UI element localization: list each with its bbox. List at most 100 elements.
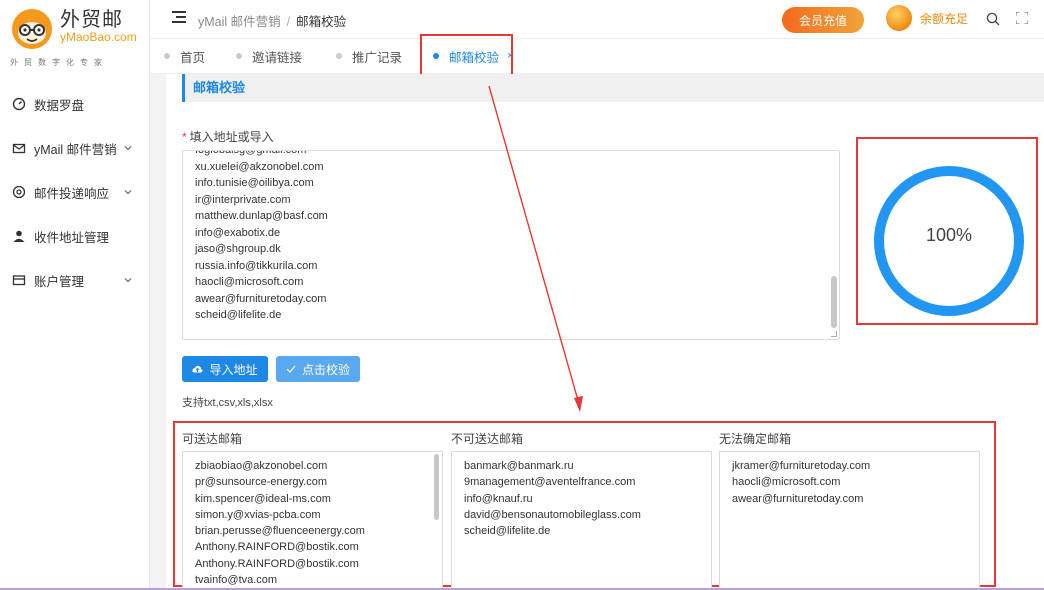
mail-icon <box>12 143 26 154</box>
sidebar-item-account[interactable]: 账户管理 <box>0 258 149 302</box>
monkey-logo-icon <box>12 9 52 49</box>
verify-button-label: 点击校验 <box>301 362 350 377</box>
supported-formats-text: 支持txt,csv,xls,xlsx <box>182 397 273 409</box>
list-item: banmark@banmark.ru <box>464 460 574 472</box>
field-label-text: 填入地址或导入 <box>189 130 274 144</box>
sidebar-item-label: 邮件投递响应 <box>34 186 110 201</box>
textarea-line: scheid@lifelite.de <box>195 309 282 321</box>
check-icon <box>286 365 296 373</box>
import-button-label: 导入地址 <box>209 362 258 377</box>
textarea-scrollbar[interactable] <box>831 276 837 328</box>
tab-home[interactable]: 首页 <box>164 39 205 73</box>
progress-value: 100% <box>925 224 973 245</box>
list-item: brian.perusse@fluenceenergy.com <box>195 525 365 538</box>
breadcrumb-current: 邮箱校验 <box>296 15 347 29</box>
list-item: zbiaobiao@akzonobel.com <box>195 460 328 472</box>
list-item: tvainfo@tva.com <box>195 574 278 587</box>
logo-subtitle: yMaoBao.com <box>60 30 137 44</box>
menu-toggle-icon[interactable] <box>172 11 186 23</box>
logo-slogan: 外贸数字化专家 <box>10 58 108 67</box>
tab-dot <box>236 53 242 59</box>
card-icon <box>12 275 26 286</box>
email-address-textarea[interactable]: f3globalsg@gmail.com xu.xuelei@akzonobel… <box>182 150 840 340</box>
progress-percentage: 100% <box>860 143 1038 327</box>
deliverable-title: 可送达邮箱 <box>182 432 243 446</box>
textarea-line: haocli@microsoft.com <box>195 276 304 288</box>
undeliverable-title: 不可送达邮箱 <box>451 432 524 446</box>
list-item: haocli@microsoft.com <box>732 476 841 489</box>
chevron-down-icon[interactable] <box>123 187 133 197</box>
resize-handle[interactable] <box>831 331 837 337</box>
search-icon[interactable] <box>986 12 1000 26</box>
annotation-highlight-tab <box>420 34 513 76</box>
tab-label: 推广记录 <box>352 50 403 65</box>
sidebar-item-label: 数据罗盘 <box>34 98 85 113</box>
sidebar-item-dashboard[interactable]: 数据罗盘 <box>0 82 149 126</box>
unknown-list[interactable]: jkramer@furnituretoday.com haocli@micros… <box>719 451 980 590</box>
coin-icon <box>886 5 912 31</box>
sidebar-item-label: 账户管理 <box>34 274 85 289</box>
tab-dot <box>336 53 342 59</box>
breadcrumb-separator: / <box>286 15 291 29</box>
list-item: awear@furnituretoday.com <box>732 492 864 505</box>
required-mark: * <box>182 130 187 144</box>
sidebar-item-mail-marketing[interactable]: yMail 邮件营销 <box>0 126 149 170</box>
dashboard-icon <box>12 97 26 111</box>
tab-label: 首页 <box>180 50 206 65</box>
sidebar-item-label: yMail 邮件营销 <box>34 142 117 157</box>
list-item: david@bensonautomobileglass.com <box>464 508 641 521</box>
sidebar: 外贸邮 yMaoBao.com 外贸数字化专家 数据罗盘 yMail 邮件营销 … <box>0 0 150 590</box>
top-header: yMail 邮件营销 / 邮箱校验 会员充值 余额充足 <box>150 0 1044 38</box>
list-item: info@knauf.ru <box>464 492 533 505</box>
balance-status[interactable]: 余额充足 <box>886 5 968 31</box>
tab-label: 邀请链接 <box>252 50 303 65</box>
section-title: 邮箱校验 <box>182 74 1044 102</box>
vip-recharge-button[interactable]: 会员充值 <box>782 7 864 33</box>
textarea-line: xu.xuelei@akzonobel.com <box>195 160 324 173</box>
fullscreen-icon[interactable] <box>1016 12 1028 24</box>
user-icon <box>13 230 25 242</box>
progress-panel: 100% <box>856 137 1038 325</box>
list-item: kim.spencer@ideal-ms.com <box>195 492 331 505</box>
cloud-upload-icon <box>192 365 203 373</box>
sidebar-nav: 数据罗盘 yMail 邮件营销 邮件投递响应 收件地址管理 账户管理 <box>0 82 149 302</box>
textarea-line: awear@furnituretoday.com <box>195 292 327 305</box>
textarea-line: info.tunisie@oilibya.com <box>195 177 314 189</box>
textarea-line: russia.info@tikkurila.com <box>195 259 318 272</box>
list-item: pr@sunsource-energy.com <box>195 476 328 489</box>
textarea-content: f3globalsg@gmail.com xu.xuelei@akzonobel… <box>195 150 328 324</box>
verify-button[interactable]: 点击校验 <box>276 356 360 382</box>
deliverable-list[interactable]: zbiaobiao@akzonobel.com pr@sunsource-ene… <box>182 451 443 590</box>
sidebar-item-label: 收件地址管理 <box>34 230 110 245</box>
balance-label: 余额充足 <box>920 11 969 26</box>
textarea-line: jaso@shgroup.dk <box>195 243 281 255</box>
unknown-title: 无法确定邮箱 <box>719 432 792 446</box>
breadcrumb: yMail 邮件营销 / 邮箱校验 <box>198 11 346 30</box>
list-item: Anthony.RAINFORD@bostik.com <box>195 557 359 570</box>
list-item: Anthony.RAINFORD@bostik.com <box>195 541 359 554</box>
chevron-down-icon[interactable] <box>123 143 133 153</box>
logo-title: 外贸邮 <box>60 7 123 31</box>
tab-promotion-records[interactable]: 推广记录 <box>336 39 402 73</box>
textarea-line: f3globalsg@gmail.com <box>195 150 307 156</box>
textarea-line: matthew.dunlap@basf.com <box>195 210 328 222</box>
tab-invite-link[interactable]: 邀请链接 <box>236 39 302 73</box>
deliverable-scrollbar[interactable] <box>434 454 439 520</box>
breadcrumb-item[interactable]: yMail 邮件营销 <box>198 15 281 29</box>
textarea-line: info@exabotix.de <box>195 226 281 239</box>
chevron-down-icon[interactable] <box>123 275 133 285</box>
logo[interactable]: 外贸邮 yMaoBao.com 外贸数字化专家 <box>0 0 149 72</box>
textarea-line: ir@interprivate.com <box>195 193 291 206</box>
sidebar-item-delivery-response[interactable]: 邮件投递响应 <box>0 170 149 214</box>
list-item: scheid@lifelite.de <box>464 525 551 538</box>
response-icon <box>12 185 26 199</box>
field-label: * 填入地址或导入 <box>182 128 274 145</box>
import-address-button[interactable]: 导入地址 <box>182 356 268 382</box>
list-item: jkramer@furnituretoday.com <box>732 460 871 472</box>
tab-dot <box>164 53 170 59</box>
list-item: 9management@aventelfrance.com <box>464 476 636 489</box>
sidebar-item-address-management[interactable]: 收件地址管理 <box>0 214 149 258</box>
undeliverable-list[interactable]: banmark@banmark.ru 9management@aventelfr… <box>451 451 712 590</box>
list-item: simon.y@xvias-pcba.com <box>195 508 321 521</box>
tab-bar: 首页 邀请链接 推广记录 邮箱校验 × <box>150 38 1044 74</box>
